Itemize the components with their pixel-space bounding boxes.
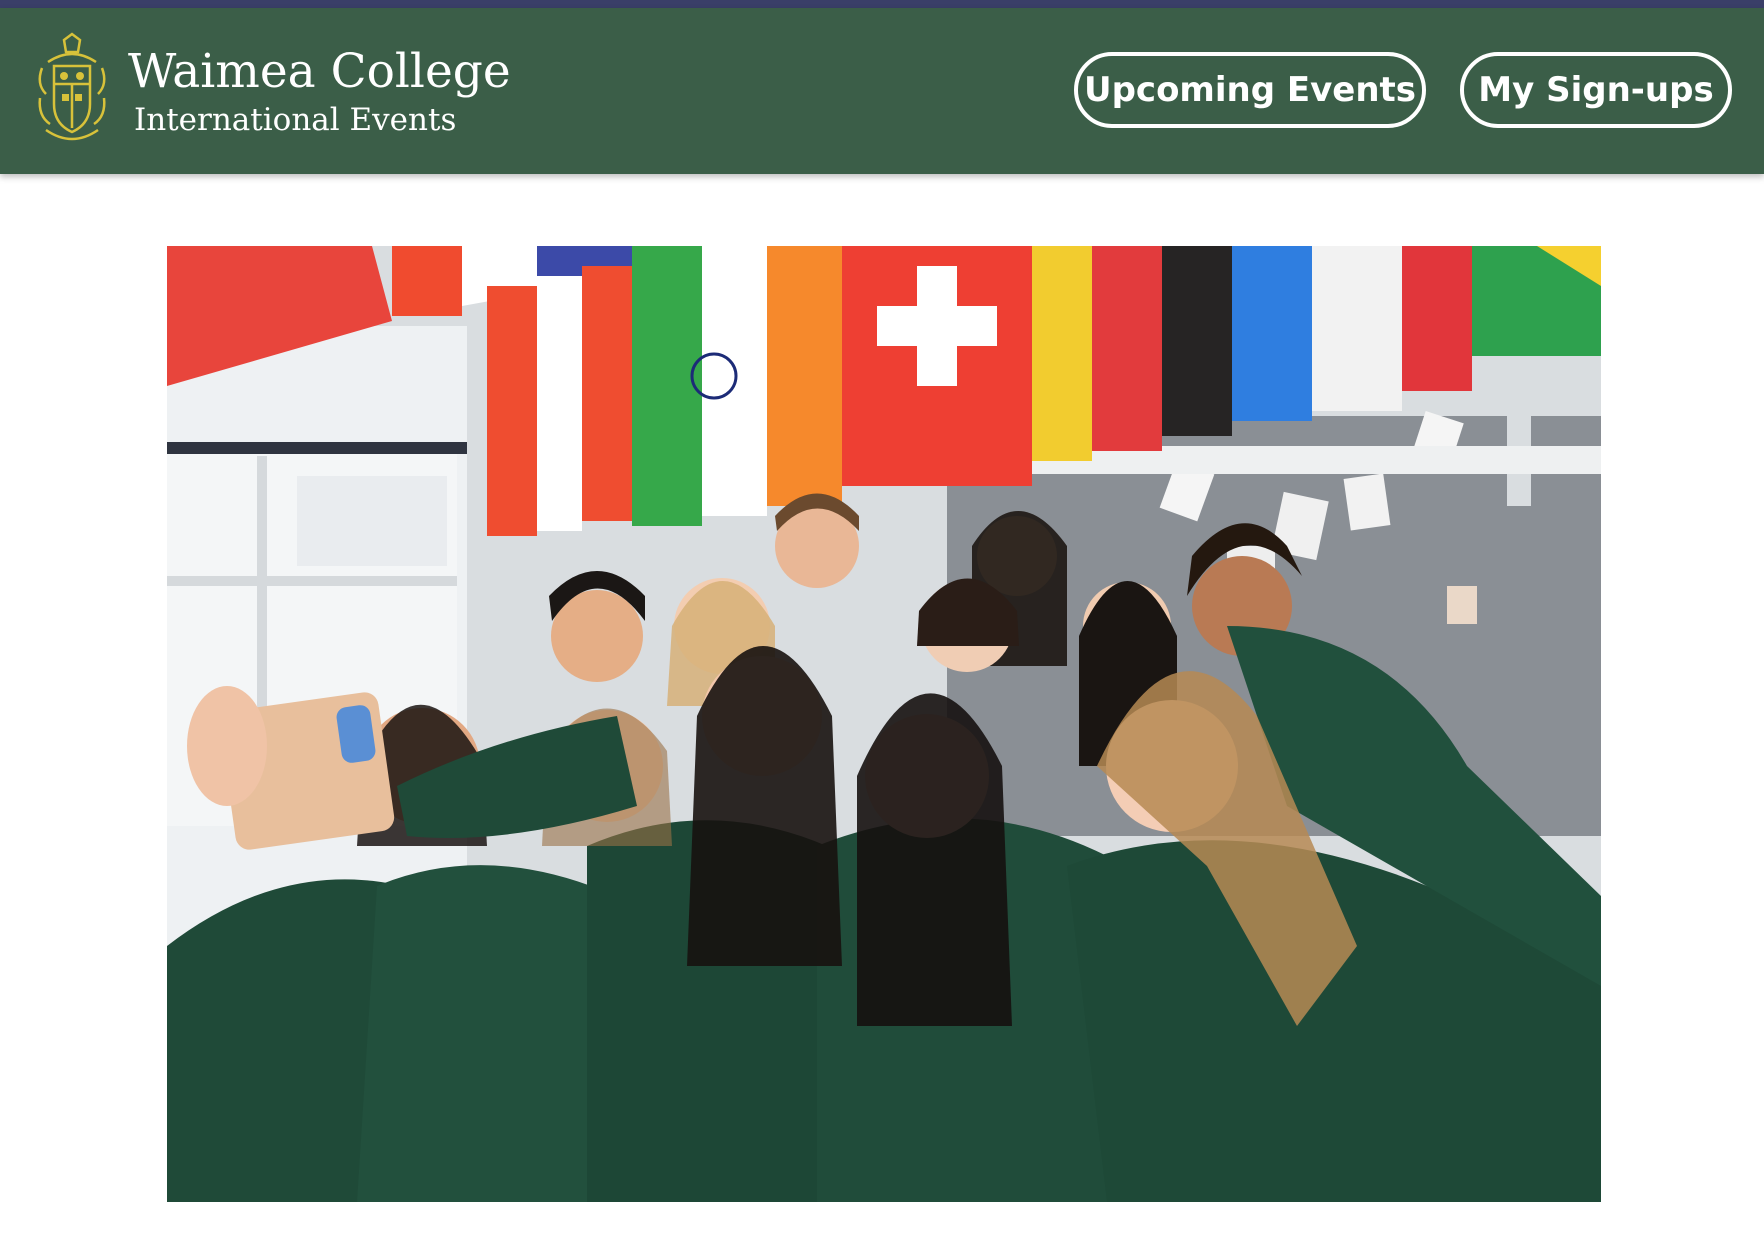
college-crest-logo[interactable] [34,32,110,150]
top-accent-strip [0,0,1764,8]
site-title[interactable]: Waimea College [128,44,511,99]
hero-photo-illustration [167,246,1601,1202]
site-header: Waimea College International Events Upco… [0,8,1764,174]
site-subtitle: International Events [134,102,457,138]
crest-icon [38,32,106,141]
upcoming-events-button[interactable]: Upcoming Events [1074,52,1426,128]
my-signups-button[interactable]: My Sign-ups [1460,52,1732,128]
hero-image [167,246,1601,1202]
